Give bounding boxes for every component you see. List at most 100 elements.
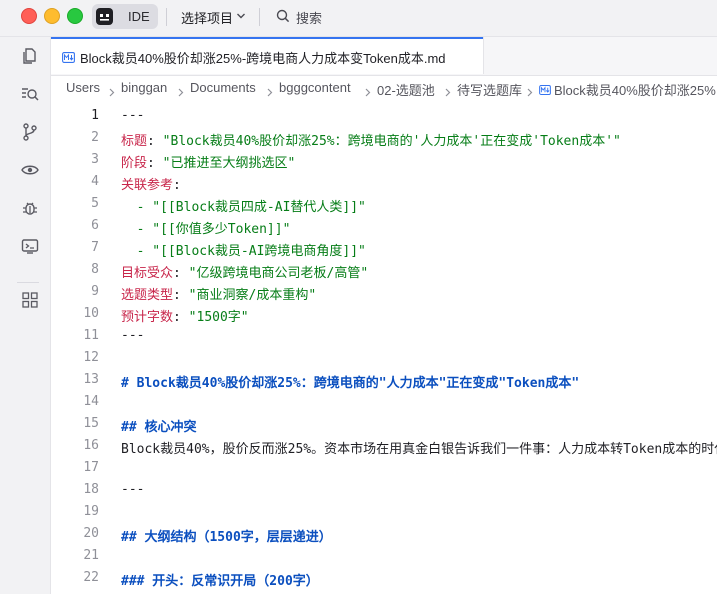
breadcrumb-item[interactable]: 02-选题池 [377, 80, 435, 99]
minimize-window-button[interactable] [44, 8, 60, 24]
yaml-key: 关联参考 [121, 178, 174, 193]
breadcrumb-item[interactable]: Users [66, 80, 100, 95]
preview-eye-icon[interactable] [20, 160, 40, 180]
code-line[interactable]: ## 核心冲突 [121, 416, 196, 435]
text-token: --- [121, 328, 145, 343]
breadcrumb-item[interactable]: Documents [190, 80, 256, 95]
code-line[interactable]: ### 开头：反常识开局（200字） [121, 570, 319, 589]
chevron-right-icon [365, 84, 371, 100]
line-number: 17 [83, 460, 99, 475]
line-number: 3 [91, 152, 99, 167]
ide-label: IDE [128, 9, 150, 24]
find-in-files-icon[interactable] [20, 84, 40, 104]
code-line[interactable]: 目标受众: "亿级跨境电商公司老板/高管" [121, 262, 368, 281]
close-window-button[interactable] [21, 8, 37, 24]
markdown-heading: ## 核心冲突 [121, 420, 197, 435]
project-selector[interactable]: 选择项目 [181, 8, 233, 27]
yaml-key: 预计字数 [121, 310, 174, 325]
code-line[interactable]: - "[[你值多少Token]]" [121, 218, 291, 237]
code-line[interactable]: 标题: "Block裁员40%股价却涨25%：跨境电商的'人力成本'正在变成'T… [121, 130, 621, 149]
text-token: Block裁员40%，股价反而涨25%。资本市场在用真金白银告诉我们一件事：人力… [121, 442, 717, 457]
active-tab-indicator [51, 37, 483, 39]
line-number: 19 [83, 504, 99, 519]
line-number: 20 [83, 526, 99, 541]
markdown-file-icon [62, 50, 75, 68]
text-token: : [147, 156, 163, 171]
code-line[interactable]: --- [121, 108, 144, 123]
string-token: "商业洞察/成本重构" [188, 288, 317, 303]
string-token: - "[[Block裁员-AI跨境电商角度]]" [136, 244, 366, 259]
markdown-file-icon [539, 83, 551, 98]
tab-label: Block裁员40%股价却涨25%-跨境电商人力成本变Token成本.md [80, 51, 446, 66]
string-token: "Block裁员40%股价却涨25%：跨境电商的'人力成本'正在变成'Token… [162, 134, 621, 149]
code-line[interactable]: --- [121, 482, 144, 497]
plugins-grid-icon[interactable] [20, 290, 40, 310]
terminal-icon[interactable] [20, 236, 40, 256]
text-token: : [173, 310, 189, 325]
line-number: 4 [91, 174, 99, 189]
search-icon[interactable] [276, 9, 290, 28]
string-token: - "[[你值多少Token]]" [136, 222, 291, 237]
zoom-window-button[interactable] [67, 8, 83, 24]
text-token: --- [121, 108, 145, 123]
chevron-down-icon[interactable] [236, 8, 246, 29]
ide-switcher-button[interactable]: IDE [92, 4, 158, 29]
breadcrumb-item[interactable]: binggan [121, 80, 167, 95]
tool-sidebar [0, 37, 51, 594]
markdown-heading: ### 开头：反常识开局（200字） [121, 574, 319, 589]
line-number: 22 [83, 570, 99, 585]
title-bar: IDE 选择项目 搜索 [0, 0, 717, 37]
text-token: : [173, 266, 189, 281]
code-line[interactable]: # Block裁员40%股价却涨25%：跨境电商的"人力成本"正在变成"Toke… [121, 372, 579, 391]
text-token: : [147, 134, 163, 149]
chevron-right-icon [267, 84, 273, 100]
sidebar-divider [17, 282, 39, 283]
titlebar-divider [166, 8, 167, 26]
markdown-heading: ## 大纲结构（1500字，层层递进） [121, 530, 332, 545]
yaml-key: 选题类型 [121, 288, 174, 303]
code-line[interactable]: --- [121, 328, 144, 343]
line-number: 10 [83, 306, 99, 321]
search-button[interactable]: 搜索 [296, 8, 322, 27]
debug-bug-icon[interactable] [20, 198, 40, 218]
code-line[interactable]: Block裁员40%，股价反而涨25%。资本市场在用真金白银告诉我们一件事：人力… [121, 438, 717, 457]
chevron-right-icon [178, 84, 184, 100]
line-number: 21 [83, 548, 99, 563]
git-branch-icon[interactable] [20, 122, 40, 142]
breadcrumb-item[interactable]: 待写选题库 [457, 80, 522, 99]
code-line[interactable]: - "[[Block裁员-AI跨境电商角度]]" [121, 240, 366, 259]
titlebar-divider [259, 8, 260, 26]
string-token: "已推进至大纲挑选区" [162, 156, 296, 171]
line-number: 2 [91, 130, 99, 145]
string-token: "亿级跨境电商公司老板/高管" [188, 266, 369, 281]
line-number: 6 [91, 218, 99, 233]
code-line[interactable]: - "[[Block裁员四成-AI替代人类]]" [121, 196, 366, 215]
breadcrumb: Users binggan Documents bgggcontent 02-选题池 待写… [51, 76, 717, 100]
line-number: 8 [91, 262, 99, 277]
code-line[interactable]: 阶段: "已推进至大纲挑选区" [121, 152, 295, 171]
code-line[interactable]: 选题类型: "商业洞察/成本重构" [121, 284, 316, 303]
code-line[interactable]: 预计字数: "1500字" [121, 306, 249, 325]
line-number: 9 [91, 284, 99, 299]
yaml-key: 阶段 [121, 156, 148, 171]
editor-tab-bar: Block裁员40%股价却涨25%-跨境电商人力成本变Token成本.md [51, 37, 717, 76]
editor-tab[interactable]: Block裁员40%股价却涨25%-跨境电商人力成本变Token成本.md [51, 37, 484, 74]
chevron-right-icon [109, 84, 115, 100]
ide-logo-icon [96, 8, 113, 25]
string-token: "1500字" [188, 310, 249, 325]
line-number: 13 [83, 372, 99, 387]
line-number: 15 [83, 416, 99, 431]
line-number: 16 [83, 438, 99, 453]
project-files-icon[interactable] [20, 46, 40, 66]
code-line[interactable]: ## 大纲结构（1500字，层层递进） [121, 526, 332, 545]
code-line[interactable]: 关联参考: [121, 174, 181, 193]
text-token: --- [121, 482, 145, 497]
line-number: 18 [83, 482, 99, 497]
code-editor[interactable]: 1 --- 2 标题: "Block裁员40%股价却涨25%：跨境电商的'人力成本'正… [51, 101, 717, 594]
breadcrumb-item[interactable]: Block裁员40%股价却涨25% [554, 80, 716, 99]
breadcrumb-item[interactable]: bgggcontent [279, 80, 351, 95]
string-token: - "[[Block裁员四成-AI替代人类]]" [136, 200, 366, 215]
line-number: 14 [83, 394, 99, 409]
